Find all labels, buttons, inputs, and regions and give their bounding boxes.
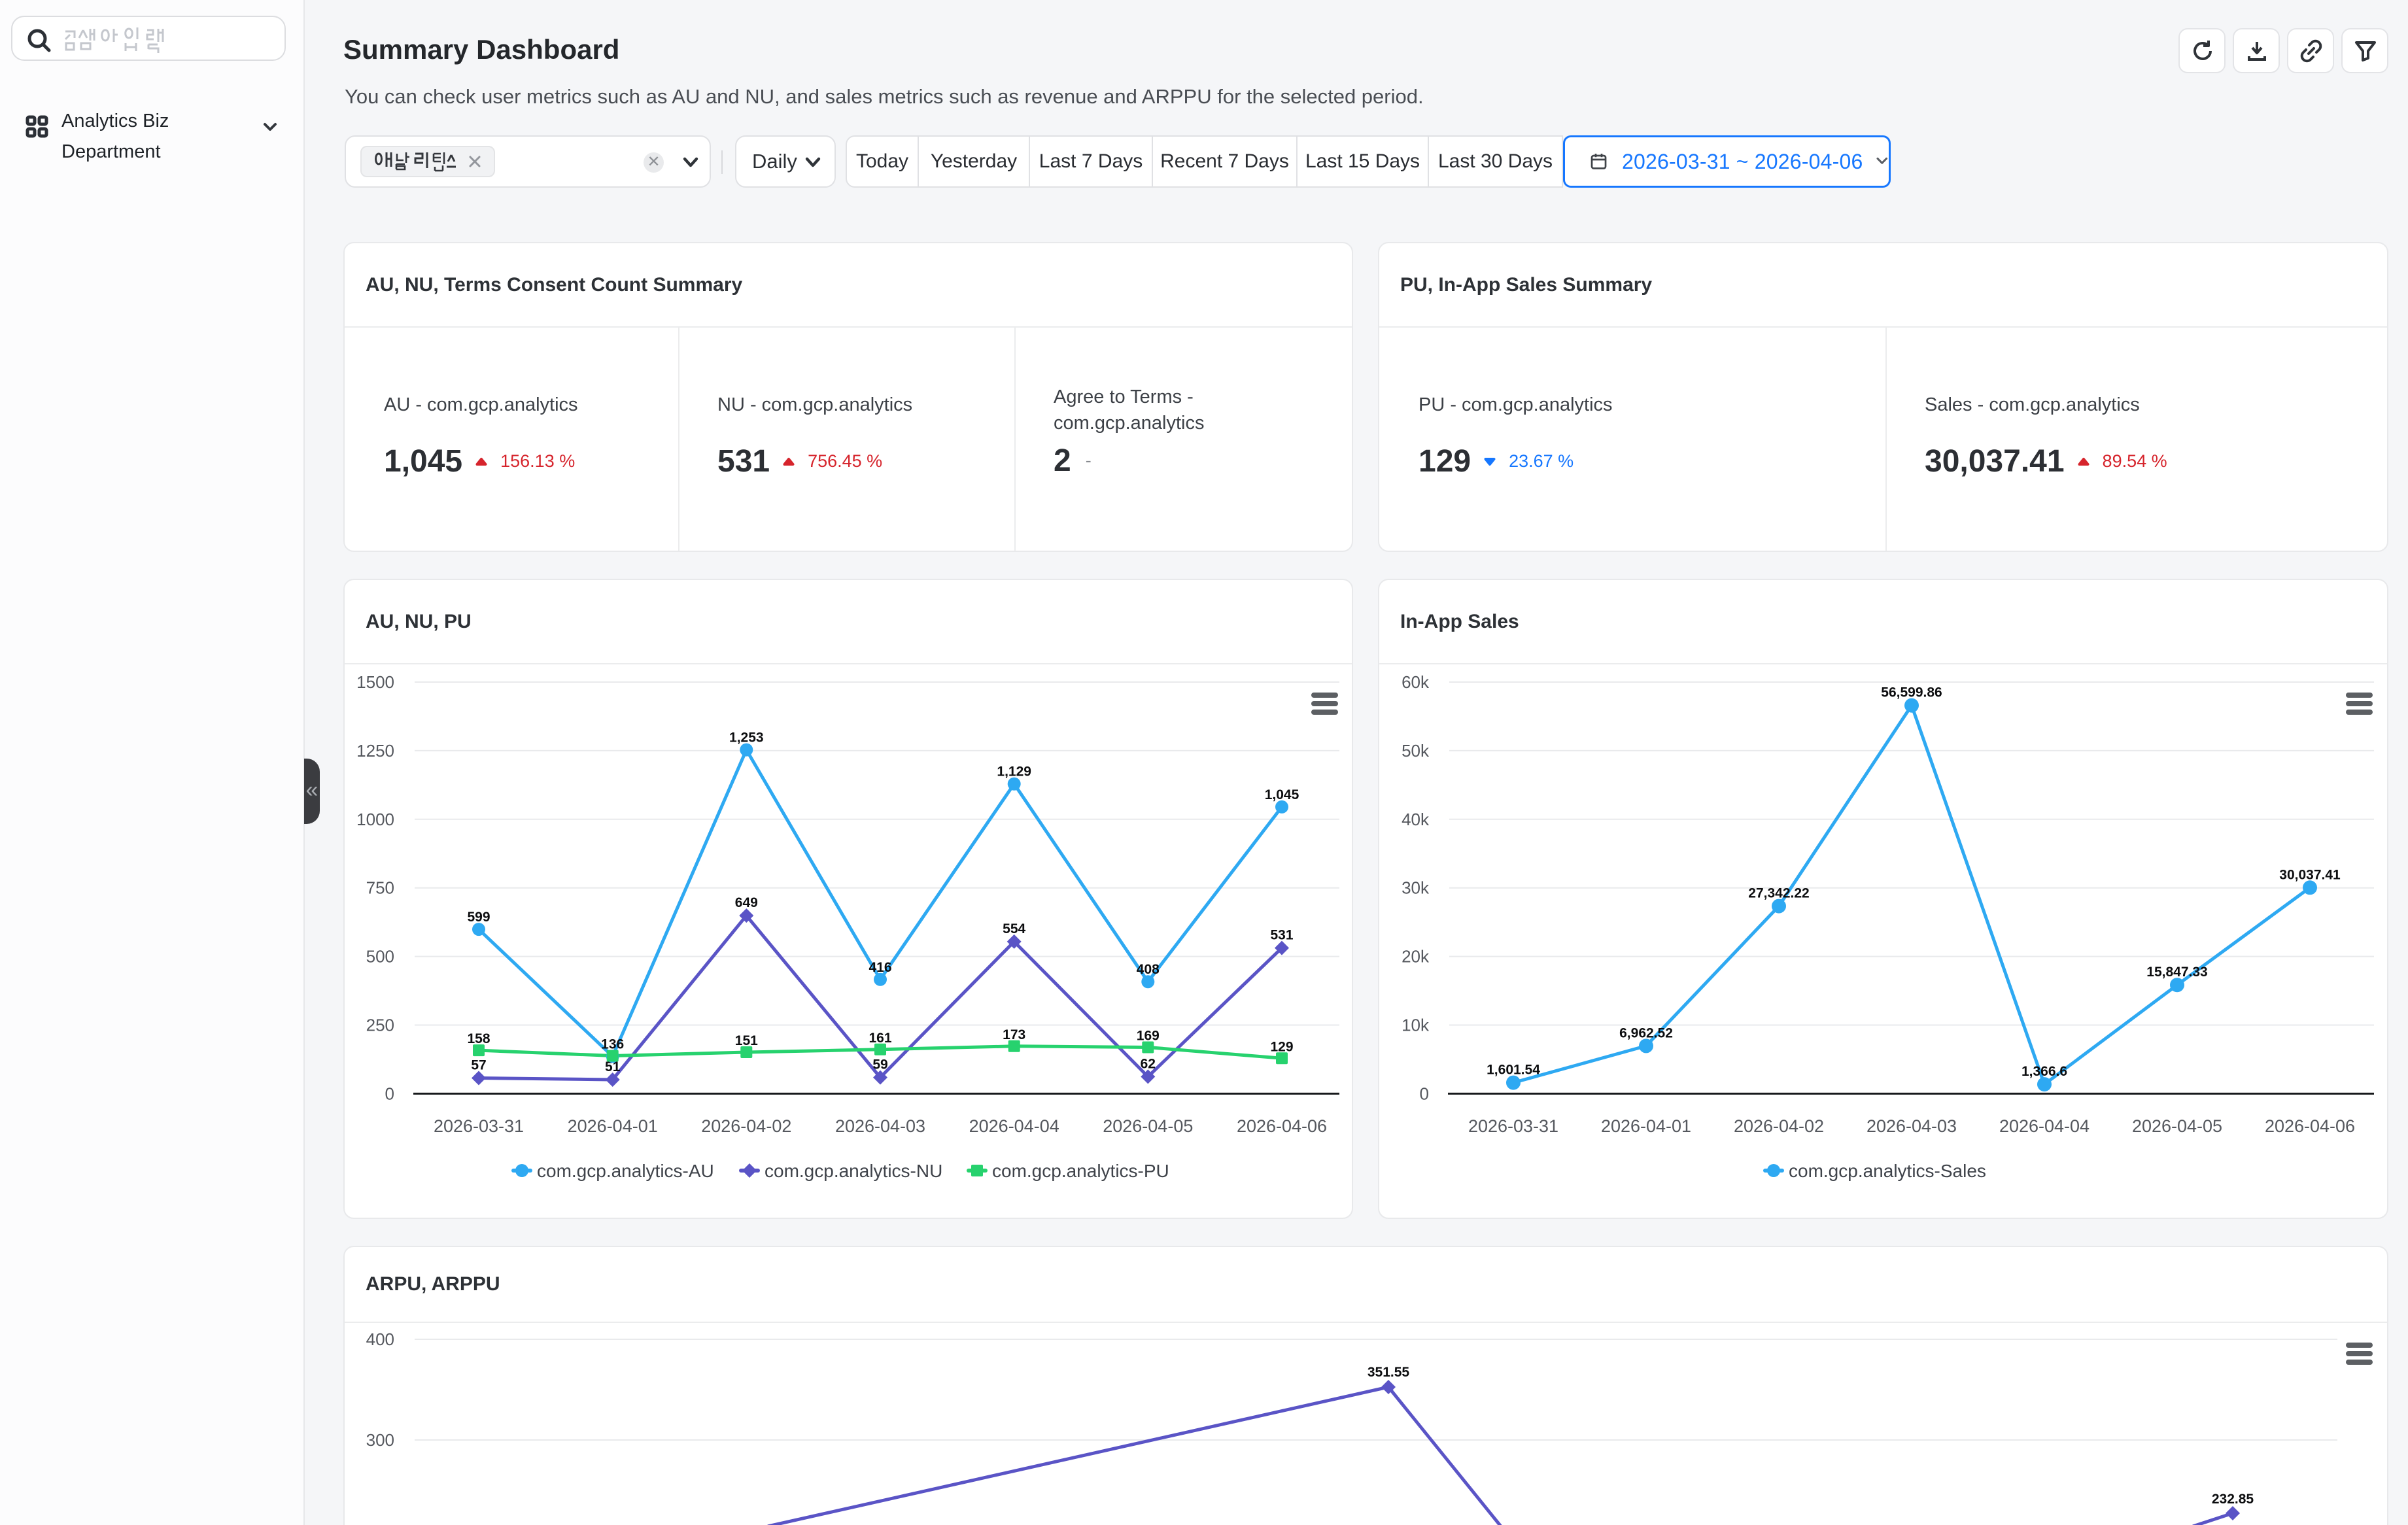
svg-text:com.gcp.analytics-AU: com.gcp.analytics-AU [537, 1161, 714, 1181]
svg-text:15,847.33: 15,847.33 [2146, 965, 2207, 980]
svg-text:554: 554 [1003, 921, 1025, 936]
svg-text:2026-03-31: 2026-03-31 [1468, 1116, 1558, 1136]
svg-text:649: 649 [735, 895, 758, 910]
svg-text:136: 136 [601, 1037, 624, 1052]
svg-text:0: 0 [1420, 1084, 1429, 1103]
svg-text:1250: 1250 [356, 741, 394, 761]
svg-text:1,129: 1,129 [997, 764, 1031, 780]
svg-text:408: 408 [1137, 962, 1160, 977]
svg-text:com.gcp.analytics-Sales: com.gcp.analytics-Sales [1789, 1161, 1986, 1181]
svg-text:40k: 40k [1402, 810, 1430, 829]
svg-text:50k: 50k [1402, 741, 1430, 761]
svg-text:10k: 10k [1402, 1016, 1430, 1035]
svg-text:59: 59 [872, 1057, 887, 1072]
svg-text:151: 151 [735, 1033, 758, 1048]
svg-text:0: 0 [385, 1084, 394, 1103]
svg-text:232.85: 232.85 [2212, 1492, 2254, 1507]
svg-text:750: 750 [366, 878, 394, 898]
svg-text:6,962.52: 6,962.52 [1619, 1025, 1673, 1040]
svg-text:416: 416 [869, 960, 891, 975]
svg-text:2026-04-02: 2026-04-02 [701, 1116, 791, 1136]
svg-text:2026-04-04: 2026-04-04 [1999, 1116, 2090, 1136]
svg-text:531: 531 [1270, 928, 1293, 943]
svg-text:27,342.22: 27,342.22 [1748, 886, 1809, 901]
svg-text:com.gcp.analytics-PU: com.gcp.analytics-PU [992, 1161, 1169, 1181]
svg-text:1,366.6: 1,366.6 [2021, 1064, 2067, 1079]
svg-text:2026-04-03: 2026-04-03 [835, 1116, 925, 1136]
svg-text:500: 500 [366, 947, 394, 967]
svg-text:2026-04-05: 2026-04-05 [2132, 1116, 2222, 1136]
svg-text:60k: 60k [1402, 672, 1430, 692]
svg-text:2026-04-01: 2026-04-01 [1601, 1116, 1691, 1136]
svg-text:2026-03-31: 2026-03-31 [434, 1116, 524, 1136]
svg-text:30,037.41: 30,037.41 [2279, 867, 2341, 882]
svg-text:2026-04-05: 2026-04-05 [1103, 1116, 1193, 1136]
svg-text:1500: 1500 [356, 672, 394, 692]
svg-text:2026-04-06: 2026-04-06 [1237, 1116, 1327, 1136]
svg-text:57: 57 [471, 1058, 486, 1073]
svg-text:1,601.54: 1,601.54 [1487, 1063, 1540, 1078]
svg-text:129: 129 [1270, 1039, 1293, 1054]
svg-text:161: 161 [869, 1031, 891, 1046]
svg-text:400: 400 [366, 1329, 394, 1349]
svg-text:169: 169 [1137, 1029, 1160, 1044]
svg-text:1,045: 1,045 [1265, 787, 1299, 802]
svg-text:2026-04-02: 2026-04-02 [1734, 1116, 1824, 1136]
svg-text:1000: 1000 [356, 810, 394, 829]
svg-text:173: 173 [1003, 1027, 1025, 1042]
svg-text:2026-04-01: 2026-04-01 [568, 1116, 658, 1136]
svg-text:30k: 30k [1402, 878, 1430, 898]
svg-text:20k: 20k [1402, 947, 1430, 967]
svg-text:56,599.86: 56,599.86 [1881, 685, 1942, 700]
svg-text:62: 62 [1141, 1056, 1156, 1071]
svg-text:158: 158 [467, 1031, 490, 1046]
svg-text:300: 300 [366, 1430, 394, 1450]
svg-text:2026-04-04: 2026-04-04 [969, 1116, 1059, 1136]
svg-text:1,253: 1,253 [729, 730, 764, 745]
svg-text:351.55: 351.55 [1367, 1365, 1410, 1380]
svg-text:250: 250 [366, 1016, 394, 1035]
svg-text:599: 599 [467, 910, 490, 925]
svg-text:com.gcp.analytics-NU: com.gcp.analytics-NU [765, 1161, 942, 1181]
svg-text:2026-04-06: 2026-04-06 [2265, 1116, 2355, 1136]
svg-text:2026-04-03: 2026-04-03 [1866, 1116, 1957, 1136]
